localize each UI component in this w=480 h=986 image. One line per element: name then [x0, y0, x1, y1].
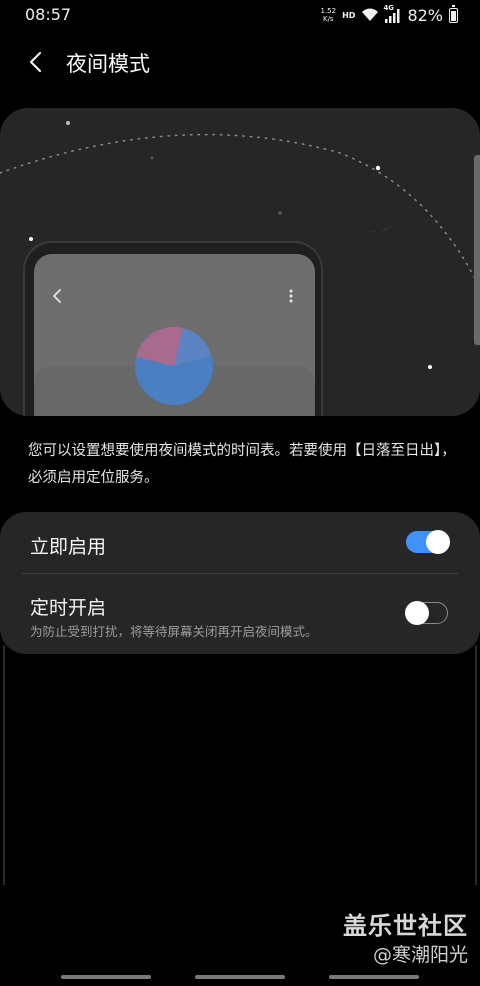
left-edge-line	[3, 645, 5, 885]
network-speed-unit: K/s	[322, 15, 334, 23]
hd-indicator: HD	[342, 10, 356, 20]
turn-on-now-toggle[interactable]	[406, 530, 450, 554]
scheduled-label[interactable]: 定时开启	[30, 593, 106, 620]
toggle-knob	[405, 600, 429, 625]
star	[29, 237, 33, 241]
network-type: 4G	[383, 4, 395, 12]
settings-divider	[22, 573, 458, 574]
schedule-description: 您可以设置想要使用夜间模式的时间表。若要使用【日落至日出】，必须启用定位服务。	[28, 443, 456, 486]
battery-icon	[449, 4, 458, 23]
scroll-indicator[interactable]	[474, 155, 480, 345]
signal-icon: 4G	[383, 4, 401, 23]
battery-percent: 82%	[407, 5, 443, 25]
status-time: 08:57	[25, 5, 72, 24]
moon-icon	[336, 166, 417, 232]
nav-back-button[interactable]	[329, 975, 419, 979]
nav-home-button[interactable]	[195, 975, 285, 979]
wifi-icon	[362, 8, 379, 21]
phone-menu-icon	[289, 289, 293, 293]
star	[428, 365, 432, 369]
star	[150, 156, 154, 160]
network-speed-value: 1.52	[320, 7, 337, 15]
nav-recent-button[interactable]	[61, 975, 151, 979]
scheduled-description: 为防止受到打扰，将等待屏幕关闭再开启夜间模式。	[30, 624, 318, 639]
app-header: 夜间模式	[0, 38, 480, 86]
settings-card: 立即启用 定时开启 为防止受到打扰，将等待屏幕关闭再开启夜间模式。	[0, 512, 480, 654]
watermark-title: 盖乐世社区	[343, 912, 468, 940]
star	[375, 165, 381, 171]
page-title: 夜间模式	[66, 52, 150, 76]
night-mode-illustration	[0, 108, 480, 416]
network-speed: 1.52 K/s	[321, 7, 337, 23]
status-bar: 08:57 1.52 K/s HD 4G 82%	[0, 0, 480, 30]
toggle-knob	[426, 530, 450, 554]
phone-pie-graphic	[135, 326, 213, 405]
scheduled-toggle[interactable]	[405, 600, 448, 625]
back-button[interactable]	[20, 46, 52, 78]
watermark-user: @寒潮阳光	[372, 944, 468, 966]
star	[66, 121, 70, 125]
turn-on-now-label[interactable]: 立即启用	[30, 532, 106, 559]
back-arrow-icon	[29, 51, 42, 73]
illustration-canvas	[0, 121, 480, 416]
status-icons: 1.52 K/s HD 4G 82%	[321, 4, 458, 26]
star	[278, 211, 282, 215]
right-edge-line	[475, 645, 477, 885]
